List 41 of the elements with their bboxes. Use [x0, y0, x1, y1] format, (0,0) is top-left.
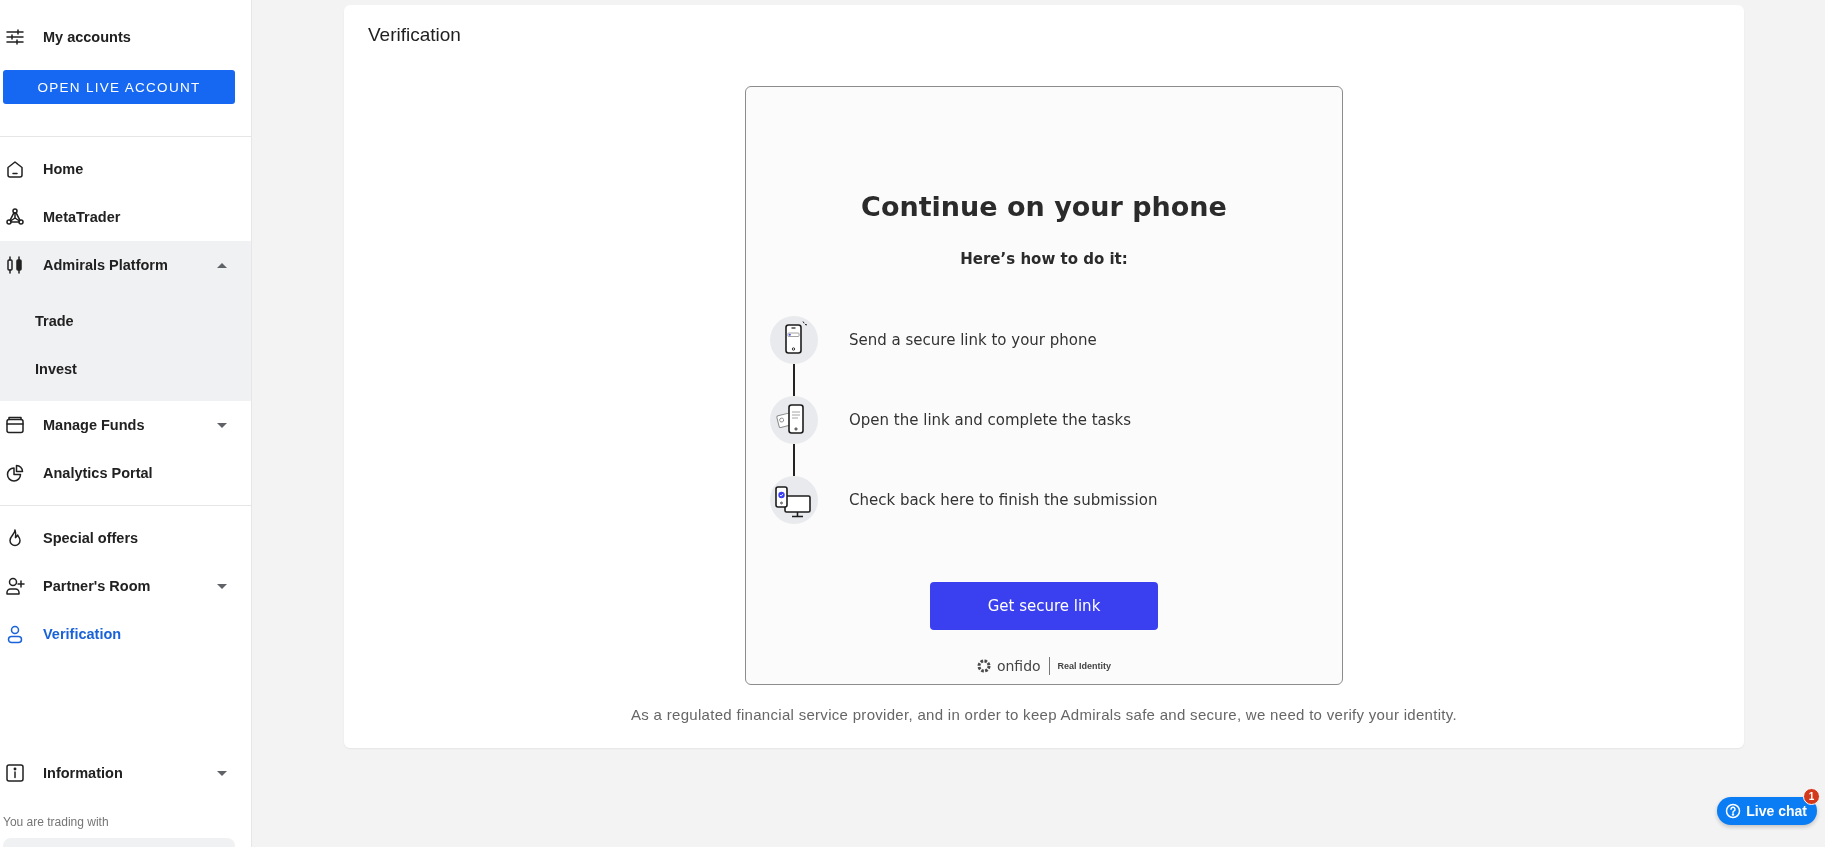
tagline: Real Identity: [1057, 661, 1112, 671]
connector-line: [793, 444, 795, 476]
my-accounts-item[interactable]: My accounts: [0, 13, 251, 61]
step-text: Send a secure link to your phone: [849, 331, 1097, 349]
network-icon: [5, 207, 25, 227]
sliders-icon: [5, 27, 25, 47]
step-text: Open the link and complete the tasks: [849, 411, 1132, 429]
subheading: Here’s how to do it:: [960, 249, 1128, 269]
submenu-item[interactable]: Invest: [0, 345, 251, 393]
connector-line: [793, 364, 795, 396]
person-add-icon: [5, 576, 25, 596]
nav-item[interactable]: Verification: [0, 610, 251, 658]
heading: Continue on your phone: [861, 190, 1227, 224]
get-secure-link-button[interactable]: Get secure link: [930, 582, 1158, 630]
phone-message-icon: [770, 316, 818, 364]
nav-item[interactable]: Information: [0, 749, 251, 797]
nav-item[interactable]: Home: [0, 145, 251, 193]
help-icon: [1725, 803, 1742, 819]
notice-text: As a regulated financial service provider, and in order to keep Admirals safe and secure, we need to verify your identity.: [631, 705, 1457, 725]
open-live-account-button[interactable]: OPEN LIVE ACCOUNT: [3, 70, 235, 104]
dotted-ring-icon: [976, 659, 991, 673]
phone-document-icon: [770, 396, 818, 444]
trading-with-label: You are trading with: [2, 814, 110, 830]
nav-item[interactable]: Manage Funds: [0, 401, 251, 449]
person-icon: [5, 624, 25, 644]
page-title: Verification: [368, 23, 461, 47]
nav-item[interactable]: MetaTrader: [0, 193, 251, 241]
wallet-icon: [5, 415, 25, 435]
pie-chart-icon: [5, 463, 25, 483]
brand-name: onfido: [996, 658, 1041, 674]
nav-item[interactable]: Special offers: [0, 514, 251, 562]
home-icon: [5, 159, 25, 179]
submenu-item[interactable]: Trade: [0, 297, 251, 345]
nav-item[interactable]: Admirals Platform: [0, 241, 251, 289]
nav-item[interactable]: Analytics Portal: [0, 449, 251, 497]
phone-monitor-icon: [770, 476, 818, 524]
step-text: Check back here to finish the submission: [849, 491, 1158, 509]
nav-item[interactable]: Partner's Room: [0, 562, 251, 610]
info-icon: [5, 763, 25, 783]
notification-badge: 1: [1803, 788, 1820, 805]
candlestick-icon: [5, 255, 25, 275]
